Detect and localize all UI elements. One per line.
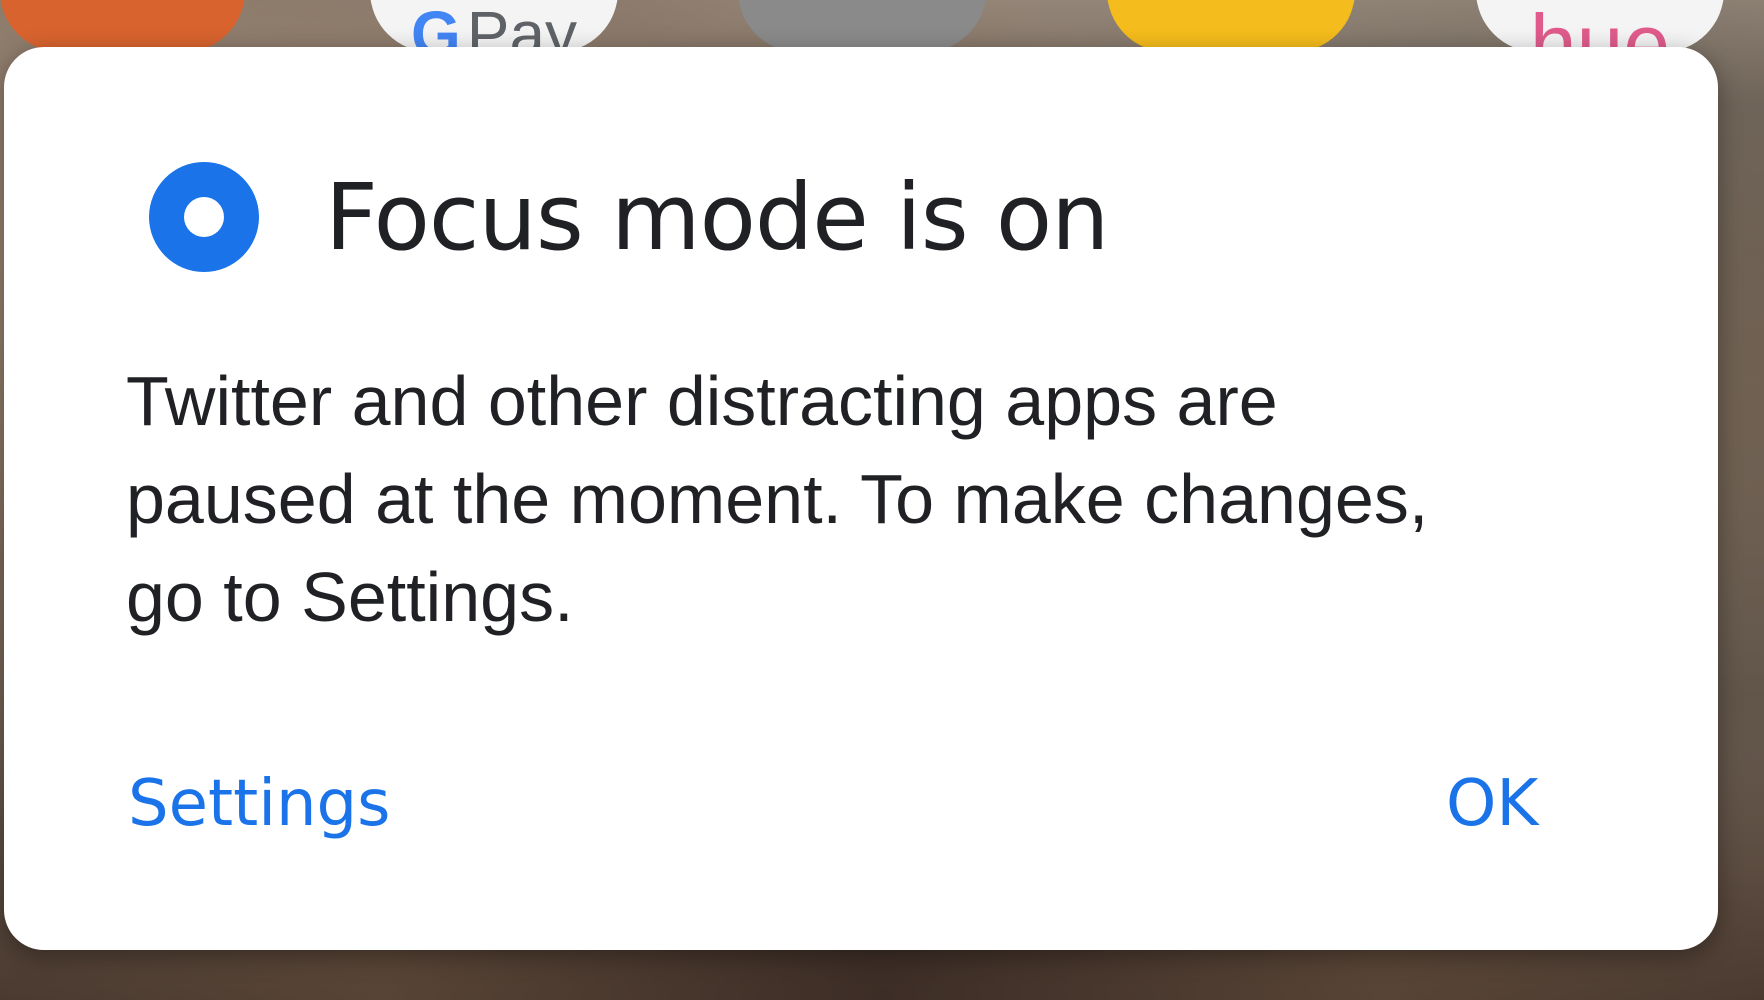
hue-label: hue <box>1529 0 1671 52</box>
twitter-app-icon[interactable] <box>738 0 986 52</box>
dialog-message: Twitter and other distracting apps are p… <box>126 362 1429 636</box>
dialog-title: Focus mode is on <box>325 163 1109 271</box>
google-pay-app-icon[interactable]: GPay <box>370 0 618 52</box>
app-icon-orange[interactable] <box>0 0 245 52</box>
focus-mode-icon <box>149 162 259 272</box>
gpay-label: Pay <box>466 0 578 52</box>
focus-mode-dialog: Focus mode is on Twitter and other distr… <box>4 47 1718 950</box>
google-g-logo: G <box>410 0 461 52</box>
focus-mode-icon-center <box>184 197 224 237</box>
hue-app-icon[interactable]: hue <box>1476 0 1724 52</box>
ok-button[interactable]: OK <box>1440 757 1544 851</box>
dialog-header: Focus mode is on <box>149 162 1109 272</box>
keep-app-icon[interactable] <box>1107 0 1355 52</box>
settings-button[interactable]: Settings <box>122 757 397 851</box>
